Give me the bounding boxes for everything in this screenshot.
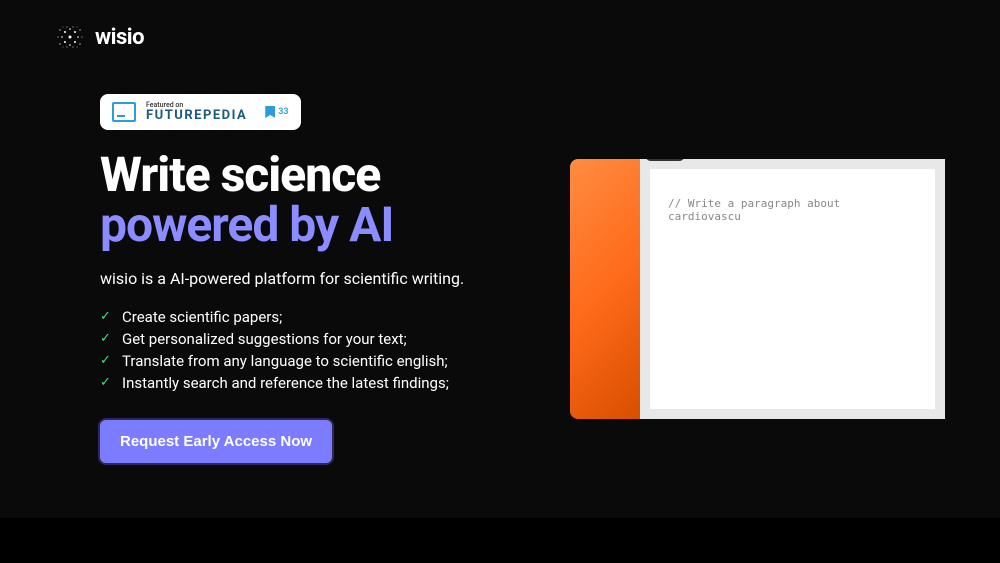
demo-prompt-text: // Write a paragraph about cardiovascu: [668, 197, 917, 223]
feature-text: Create scientific papers;: [122, 308, 282, 326]
header: wisio: [0, 0, 1000, 74]
featured-badge[interactable]: Featured on FUTUREPEDIA 33: [100, 94, 301, 130]
badge-text: Featured on FUTUREPEDIA: [146, 102, 247, 122]
badge-site-name: FUTUREPEDIA: [146, 109, 247, 122]
check-icon: ✓: [100, 353, 114, 368]
feature-item: ✓ Create scientific papers;: [100, 308, 530, 326]
demo-preview: // Write a paragraph about cardiovascu: [570, 159, 945, 419]
check-icon: ✓: [100, 309, 114, 324]
feature-item: ✓ Get personalized suggestions for your …: [100, 330, 530, 348]
feature-item: ✓ Instantly search and reference the lat…: [100, 374, 530, 392]
headline-line-1: Write science: [100, 150, 530, 200]
demo-window: // Write a paragraph about cardiovascu: [640, 159, 945, 419]
subtitle: wisio is a AI-powered platform for scien…: [100, 269, 530, 288]
feature-text: Instantly search and reference the lates…: [122, 374, 449, 392]
headline: Write science powered by AI: [100, 150, 530, 251]
demo-editor: // Write a paragraph about cardiovascu: [650, 169, 935, 409]
main-content: Featured on FUTUREPEDIA 33 Write science…: [0, 74, 1000, 483]
hero-right: // Write a paragraph about cardiovascu: [570, 94, 945, 463]
hero-left: Featured on FUTUREPEDIA 33 Write science…: [100, 94, 530, 463]
headline-line-2: powered by AI: [100, 200, 530, 250]
futurepedia-icon: [112, 102, 136, 122]
brand-logo-icon: [55, 22, 85, 52]
check-icon: ✓: [100, 331, 114, 346]
footer-strip: [0, 518, 1000, 563]
feature-text: Get personalized suggestions for your te…: [122, 330, 407, 348]
feature-item: ✓ Translate from any language to scienti…: [100, 352, 530, 370]
request-access-button[interactable]: Request Early Access Now: [100, 420, 332, 463]
badge-count: 33: [278, 107, 288, 117]
feature-list: ✓ Create scientific papers; ✓ Get person…: [100, 308, 530, 392]
demo-window-tab: [645, 159, 685, 161]
demo-gradient-bg: [570, 159, 640, 419]
check-icon: ✓: [100, 375, 114, 390]
brand-name: wisio: [95, 25, 144, 50]
feature-text: Translate from any language to scientifi…: [122, 352, 448, 370]
bookmark-icon: [265, 106, 275, 118]
badge-bookmark: 33: [265, 106, 288, 118]
